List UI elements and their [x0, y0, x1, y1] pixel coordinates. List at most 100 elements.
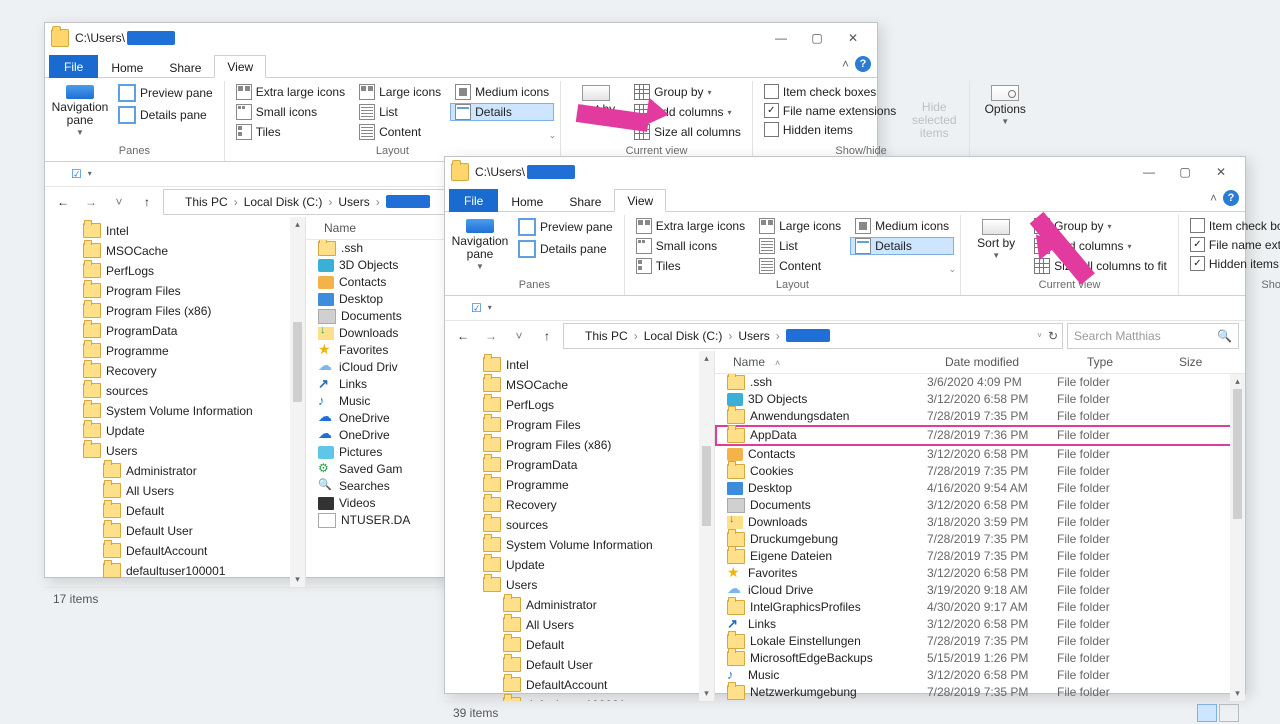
tree-item[interactable]: Default: [45, 501, 305, 521]
list-item[interactable]: Music3/12/2020 6:58 PMFile folder: [715, 667, 1245, 684]
layout-details[interactable]: Details: [850, 237, 954, 255]
options-button[interactable]: Options▼: [976, 83, 1034, 143]
tree-item[interactable]: System Volume Information: [45, 401, 305, 421]
tree-item[interactable]: Programme: [445, 475, 714, 495]
layout-extra-large[interactable]: Extra large icons: [631, 217, 750, 235]
layout-small[interactable]: Small icons: [631, 237, 750, 255]
layout-list[interactable]: List: [754, 237, 846, 255]
list-item[interactable]: Cookies7/28/2019 7:35 PMFile folder: [715, 463, 1245, 480]
tree-item[interactable]: System Volume Information: [445, 535, 714, 555]
tree-scrollbar[interactable]: ▴▾: [699, 351, 714, 701]
view-mode-toggle[interactable]: [1197, 704, 1239, 722]
hidden-items-checkbox-checked[interactable]: [1190, 256, 1205, 271]
tree-item[interactable]: Update: [45, 421, 305, 441]
forward-button[interactable]: →: [479, 329, 503, 343]
tree-item[interactable]: Recovery: [45, 361, 305, 381]
layout-extra-large[interactable]: Extra large icons: [231, 83, 350, 101]
tree-item[interactable]: Program Files: [45, 281, 305, 301]
close-button[interactable]: ✕: [835, 23, 871, 53]
close-button[interactable]: ✕: [1203, 157, 1239, 187]
list-item[interactable]: 3D Objects3/12/2020 6:58 PMFile folder: [715, 391, 1245, 408]
list-item[interactable]: Anwendungsdaten7/28/2019 7:35 PMFile fol…: [715, 408, 1245, 425]
layout-medium[interactable]: Medium icons: [450, 83, 554, 101]
column-type[interactable]: Type: [1081, 355, 1173, 369]
tree-item[interactable]: Default: [445, 635, 714, 655]
tree-scrollbar[interactable]: ▴▾: [290, 217, 305, 587]
navigation-pane-button[interactable]: Navigation pane▼: [51, 83, 109, 143]
tree-item[interactable]: MSOCache: [445, 375, 714, 395]
layout-medium[interactable]: Medium icons: [850, 217, 954, 235]
breadcrumb-current[interactable]: [383, 195, 439, 208]
tree-item[interactable]: sources: [45, 381, 305, 401]
item-checkboxes-checkbox[interactable]: [764, 84, 779, 99]
layout-details[interactable]: Details: [450, 103, 554, 121]
list-item[interactable]: Documents3/12/2020 6:58 PMFile folder: [715, 497, 1245, 514]
file-ext-checkbox[interactable]: [1190, 237, 1205, 252]
breadcrumb-current[interactable]: [783, 329, 839, 342]
list-item[interactable]: iCloud Drive3/19/2020 9:18 AMFile folder: [715, 582, 1245, 599]
list-item[interactable]: Netzwerkumgebung7/28/2019 7:35 PMFile fo…: [715, 684, 1245, 701]
help-icon[interactable]: ?: [1223, 190, 1239, 206]
group-by-button[interactable]: Group by ▾: [1029, 217, 1172, 235]
list-item[interactable]: IntelGraphicsProfiles4/30/2020 9:17 AMFi…: [715, 599, 1245, 616]
column-date[interactable]: Date modified: [939, 355, 1081, 369]
back-button[interactable]: ←: [51, 195, 75, 209]
hidden-items-toggle[interactable]: Hidden items: [1185, 255, 1280, 272]
tree-item[interactable]: PerfLogs: [445, 395, 714, 415]
navigation-pane-button[interactable]: Navigation pane▼: [451, 217, 509, 277]
tab-home[interactable]: Home: [498, 190, 556, 212]
layout-more-icon[interactable]: ⌄: [549, 130, 557, 141]
list-item[interactable]: MicrosoftEdgeBackups5/15/2019 1:26 PMFil…: [715, 650, 1245, 667]
file-list[interactable]: ▴▾ .ssh3/6/2020 4:09 PMFile folder3D Obj…: [715, 374, 1245, 701]
tab-share[interactable]: Share: [556, 190, 614, 212]
tree-item[interactable]: Update: [445, 555, 714, 575]
tree-item[interactable]: Administrator: [45, 461, 305, 481]
search-input[interactable]: Search Matthias 🔍: [1067, 323, 1239, 349]
tree-item[interactable]: Users: [445, 575, 714, 595]
tree-item[interactable]: ProgramData: [445, 455, 714, 475]
size-columns-button[interactable]: Size all columns: [629, 123, 746, 141]
tree-item[interactable]: ProgramData: [45, 321, 305, 341]
address-bar[interactable]: This PC Local Disk (C:) Users ˅ ↻: [563, 323, 1063, 349]
file-ext-toggle[interactable]: File name extensions: [1185, 236, 1280, 253]
up-button[interactable]: ↑: [135, 195, 159, 209]
item-checkboxes-checkbox[interactable]: [1190, 218, 1205, 233]
list-item[interactable]: Downloads3/18/2020 3:59 PMFile folder: [715, 514, 1245, 531]
history-dropdown-icon[interactable]: ˅: [107, 195, 131, 209]
details-pane-button[interactable]: Details pane: [513, 239, 618, 259]
layout-list[interactable]: List: [354, 103, 446, 121]
group-by-button[interactable]: Group by ▾: [629, 83, 746, 101]
ribbon-collapse-icon[interactable]: ˄: [842, 57, 849, 71]
preview-pane-button[interactable]: Preview pane: [113, 83, 218, 103]
tree-item[interactable]: Programme: [45, 341, 305, 361]
qat-dropdown-icon[interactable]: ▾: [88, 169, 92, 178]
tree-item[interactable]: PerfLogs: [45, 261, 305, 281]
file-ext-toggle[interactable]: File name extensions: [759, 102, 901, 119]
file-ext-checkbox[interactable]: [764, 103, 779, 118]
tree-item[interactable]: Program Files (x86): [445, 435, 714, 455]
list-item[interactable]: Favorites3/12/2020 6:58 PMFile folder: [715, 565, 1245, 582]
titlebar[interactable]: C:\Users\ — ▢ ✕: [445, 157, 1245, 187]
tree-item[interactable]: Intel: [445, 355, 714, 375]
maximize-button[interactable]: ▢: [799, 23, 835, 53]
layout-more-icon[interactable]: ⌄: [949, 264, 957, 275]
layout-tiles[interactable]: Tiles: [231, 123, 350, 141]
tree-item[interactable]: Intel: [45, 221, 305, 241]
list-item[interactable]: Druckumgebung7/28/2019 7:35 PMFile folde…: [715, 531, 1245, 548]
ribbon-collapse-icon[interactable]: ˄: [1210, 191, 1217, 205]
list-item[interactable]: Lokale Einstellungen7/28/2019 7:35 PMFil…: [715, 633, 1245, 650]
properties-icon[interactable]: ☑: [71, 167, 82, 181]
add-columns-button[interactable]: Add columns ▾: [629, 103, 746, 121]
maximize-button[interactable]: ▢: [1167, 157, 1203, 187]
tree-item[interactable]: Default User: [45, 521, 305, 541]
column-name[interactable]: Name ˄: [727, 355, 939, 369]
tree-item[interactable]: Administrator: [445, 595, 714, 615]
tree-item[interactable]: Users: [45, 441, 305, 461]
list-scrollbar[interactable]: ▴▾: [1230, 374, 1245, 701]
item-checkboxes-toggle[interactable]: Item check boxes: [759, 83, 901, 100]
up-button[interactable]: ↑: [535, 329, 559, 343]
tree-item[interactable]: defaultuser100001: [45, 561, 305, 581]
navigation-tree[interactable]: ▴▾ IntelMSOCachePerfLogsProgram FilesPro…: [445, 351, 715, 701]
layout-tiles[interactable]: Tiles: [631, 257, 750, 275]
navigation-tree[interactable]: ▴▾ IntelMSOCachePerfLogsProgram FilesPro…: [45, 217, 306, 587]
